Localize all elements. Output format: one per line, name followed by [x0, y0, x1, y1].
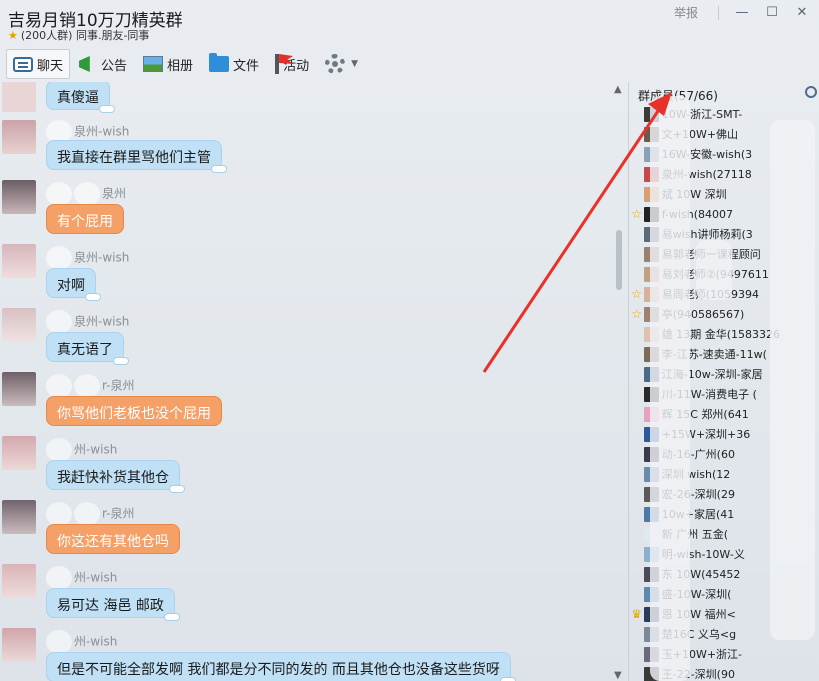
flag-icon: [275, 54, 280, 74]
avatar[interactable]: [2, 628, 36, 662]
message-bubble: 但是不可能全部发啊 我们都是分不同的发的 而且其他仓也没备这些货呀: [46, 652, 516, 681]
avatar[interactable]: [2, 120, 36, 154]
report-button[interactable]: 举报: [674, 4, 698, 21]
sender-name: 泉州-wish: [46, 246, 129, 270]
settings-button[interactable]: ▼: [318, 49, 365, 79]
divider: [718, 5, 719, 20]
message-bubble: 你骂他们老板也没个屁用: [46, 396, 222, 426]
group-subtitle: ★ (200人群) 同事.朋友-同事: [8, 27, 149, 43]
title-bar: 吉易月销10万刀精英群 ★ (200人群) 同事.朋友-同事 举报 — ☐ ✕: [0, 0, 819, 46]
crown-icon: ♛: [631, 607, 643, 621]
avatar[interactable]: [2, 372, 36, 406]
megaphone-icon: [79, 56, 90, 72]
tab-chat-label: 聊天: [37, 58, 64, 74]
avatar[interactable]: [2, 244, 36, 278]
privacy-mask: [696, 240, 732, 300]
sender-name: 泉州: [46, 182, 126, 206]
picture-icon: [143, 56, 164, 72]
sender-name: 泉州-wish: [46, 310, 129, 334]
tab-file[interactable]: 文件: [202, 49, 266, 79]
cloud-icon: [85, 293, 101, 301]
avatar[interactable]: [2, 436, 36, 470]
tab-notice[interactable]: 公告: [72, 49, 134, 79]
minimize-button[interactable]: —: [735, 5, 749, 20]
sender-name: r-泉州: [46, 374, 135, 398]
sender-name: 州-wish: [46, 566, 117, 590]
message-bubble: 真傻逼: [46, 82, 115, 113]
chat-scrollbar[interactable]: ▲ ▼: [612, 82, 626, 681]
avatar[interactable]: [2, 500, 36, 534]
message-bubble: 真无语了: [46, 332, 129, 365]
message-bubble: 我赶快补货其他仓: [46, 460, 185, 493]
avatar[interactable]: [2, 564, 36, 598]
tab-album[interactable]: 相册: [136, 49, 200, 79]
gear-icon: [325, 54, 346, 74]
privacy-mask: [650, 96, 690, 681]
tab-chat[interactable]: 聊天: [6, 49, 71, 79]
cloud-icon: [499, 677, 516, 681]
cloud-icon: [99, 105, 115, 113]
window-controls: 举报 — ☐ ✕: [674, 4, 809, 21]
tab-notice-label: 公告: [101, 58, 128, 74]
scroll-thumb[interactable]: [616, 230, 622, 290]
cloud-icon: [211, 165, 227, 173]
message-bubble: 易可达 海邑 邮政: [46, 588, 180, 621]
chevron-down-icon: ▼: [351, 59, 358, 69]
scroll-up-icon[interactable]: ▲: [614, 84, 622, 95]
tab-album-label: 相册: [167, 58, 194, 74]
tab-file-label: 文件: [233, 58, 260, 74]
star-icon: ☆: [631, 307, 643, 321]
message-bubble: 有个屁用: [46, 204, 124, 234]
message-bubble: 你这还有其他仓吗: [46, 524, 180, 554]
folder-icon: [209, 53, 230, 72]
close-button[interactable]: ✕: [795, 5, 809, 20]
message-bubble: 对啊: [46, 268, 101, 301]
avatar[interactable]: [2, 82, 36, 112]
chat-icon: [13, 56, 33, 72]
scroll-down-icon[interactable]: ▼: [614, 670, 622, 681]
avatar[interactable]: [2, 180, 36, 214]
message-bubble: 我直接在群里骂他们主管: [46, 140, 227, 173]
tab-activity[interactable]: 活动: [268, 49, 316, 79]
star-icon: ★: [8, 28, 18, 42]
chat-messages[interactable]: 真傻逼 泉州-wish 我直接在群里骂他们主管 泉州 有个屁用 泉州-wish …: [0, 82, 628, 681]
group-info: (200人群) 同事.朋友-同事: [20, 29, 150, 42]
privacy-mask: [770, 120, 815, 640]
sender-name: 州-wish: [46, 630, 117, 654]
cloud-icon: [163, 613, 180, 621]
maximize-button[interactable]: ☐: [765, 5, 779, 20]
sender-name: r-泉州: [46, 502, 135, 526]
sender-name: 州-wish: [46, 438, 117, 462]
star-icon: ☆: [631, 287, 643, 301]
search-icon[interactable]: [805, 86, 817, 98]
toolbar: 聊天 公告 相册 文件 活动 ▼: [0, 46, 819, 82]
cloud-icon: [169, 485, 185, 493]
avatar[interactable]: [2, 308, 36, 342]
star-icon: ☆: [631, 207, 643, 221]
cloud-icon: [113, 357, 129, 365]
